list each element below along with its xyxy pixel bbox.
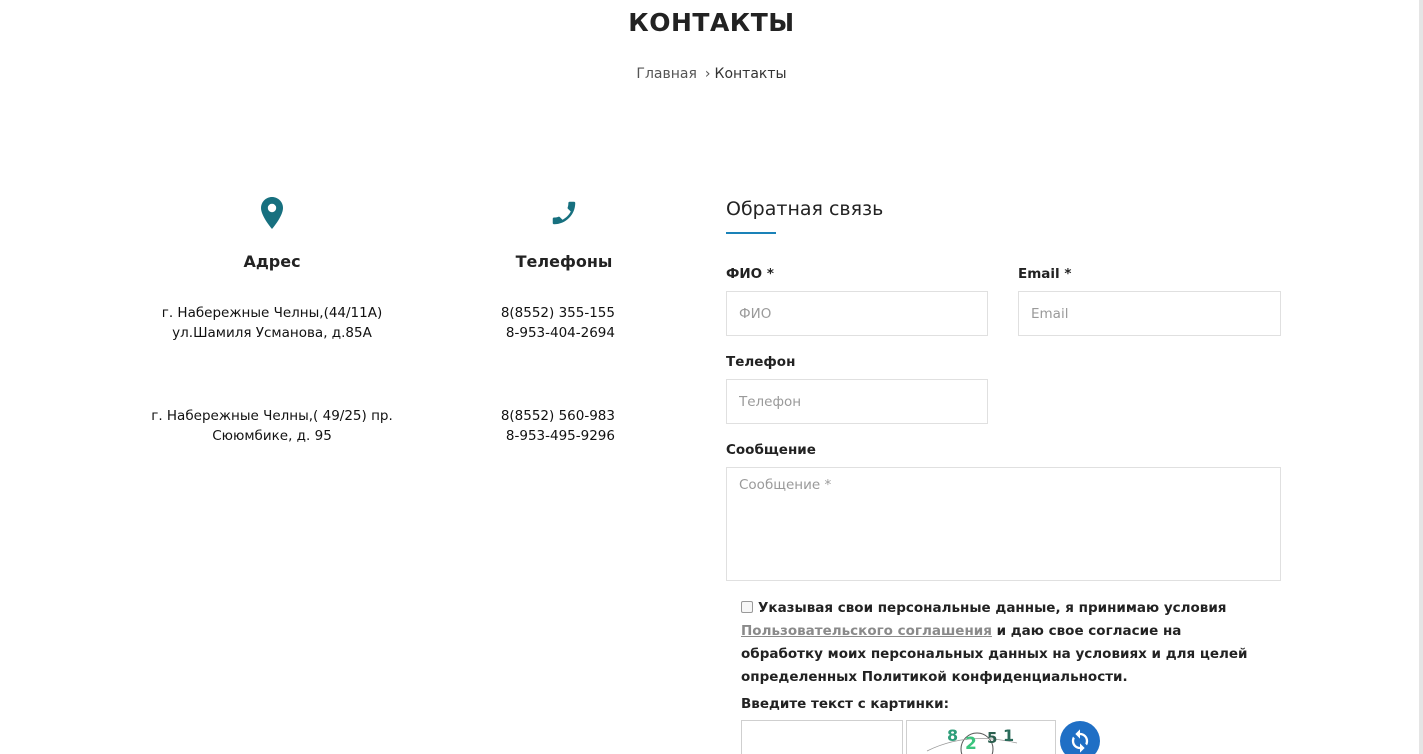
phones-block: 8(8552) 355-155 8-953-404-2694 xyxy=(474,303,654,343)
consent-text: Указывая свои персональные данные, я при… xyxy=(758,600,1227,616)
phone-number[interactable]: 8(8552) 355-155 xyxy=(474,303,654,323)
user-agreement-link[interactable]: Пользовательского соглашения xyxy=(741,623,992,639)
captcha-char: 8 xyxy=(947,726,958,745)
captcha-graphic: 8 2 5 1 xyxy=(926,726,1018,754)
form-title-underline xyxy=(726,232,776,234)
phones-section: Телефоны 8(8552) 355-155 8-953-404-2694 … xyxy=(474,196,654,446)
address-line: г. Набережные Челны,( 49/25) пр. xyxy=(151,408,393,424)
captcha-refresh-button[interactable] xyxy=(1060,721,1100,754)
captcha-char: 1 xyxy=(1003,726,1014,745)
address-line: Сююмбике, д. 95 xyxy=(212,428,332,444)
phone-number[interactable]: 8-953-404-2694 xyxy=(474,323,654,343)
address-block: г. Набережные Челны,( 49/25) пр. Сююмбик… xyxy=(142,406,402,446)
breadcrumb-separator: › xyxy=(704,66,711,82)
address-block: г. Набережные Челны,(44/11А) ул.Шамиля У… xyxy=(142,303,402,343)
phone-label: Телефон xyxy=(726,354,796,370)
captcha-input[interactable] xyxy=(741,720,903,754)
map-pin-icon xyxy=(142,196,402,230)
captcha-image: 8 2 5 1 xyxy=(906,720,1056,754)
captcha-label: Введите текст с картинки: xyxy=(741,696,949,712)
breadcrumb-home-link[interactable]: Главная xyxy=(636,66,696,82)
fio-label: ФИО * xyxy=(726,266,774,282)
captcha-char: 2 xyxy=(965,734,977,754)
scrollbar[interactable] xyxy=(1419,0,1423,754)
message-textarea[interactable] xyxy=(726,467,1281,581)
breadcrumb: Главная › Контакты xyxy=(0,66,1423,82)
consent-block: Указывая свои персональные данные, я при… xyxy=(741,597,1261,689)
address-line: г. Набережные Челны,(44/11А) xyxy=(161,305,383,321)
captcha-char: 5 xyxy=(987,729,997,747)
refresh-icon xyxy=(1071,729,1089,753)
consent-checkbox[interactable] xyxy=(741,601,753,613)
fio-input[interactable] xyxy=(726,291,988,336)
email-label: Email * xyxy=(1018,266,1072,282)
address-line: ул.Шамиля Усманова, д.85А xyxy=(172,325,372,341)
phone-input[interactable] xyxy=(726,379,988,424)
phone-icon xyxy=(474,196,654,230)
page-title: КОНТАКТЫ xyxy=(628,8,795,37)
form-title: Обратная связь xyxy=(726,198,884,220)
phones-block: 8(8552) 560-983 8-953-495-9296 xyxy=(474,406,654,446)
phones-heading: Телефоны xyxy=(515,252,613,271)
address-heading: Адрес xyxy=(243,252,301,271)
address-section: Адрес г. Набережные Челны,(44/11А) ул.Ша… xyxy=(142,196,402,446)
message-label: Сообщение xyxy=(726,442,816,458)
phone-number[interactable]: 8-953-495-9296 xyxy=(474,426,654,446)
phone-number[interactable]: 8(8552) 560-983 xyxy=(474,406,654,426)
breadcrumb-current: Контакты xyxy=(714,66,787,82)
email-input[interactable] xyxy=(1018,291,1281,336)
